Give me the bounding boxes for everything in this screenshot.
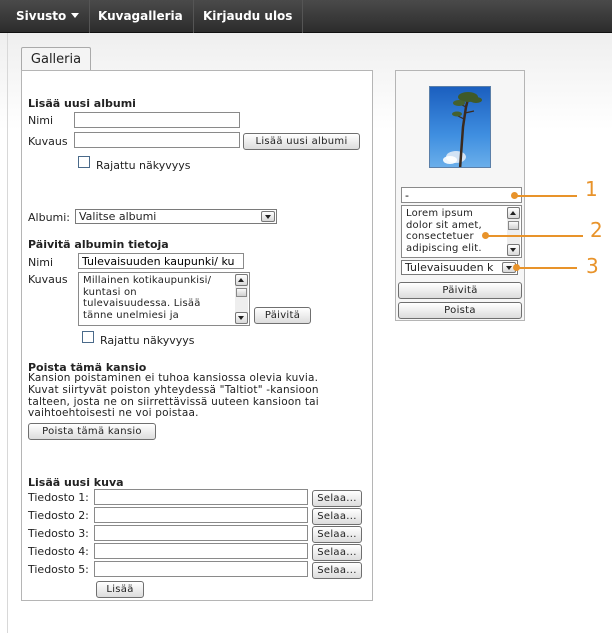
file-4-browse-button[interactable]: Selaa... <box>312 544 362 561</box>
scroll-up-icon[interactable] <box>235 274 248 286</box>
scroll-thumb[interactable] <box>236 288 247 297</box>
update-album-button[interactable]: Päivitä <box>254 307 311 324</box>
file-1-input[interactable] <box>94 489 308 505</box>
update-album-restricted-label: Rajattu näkyvyys <box>100 334 195 347</box>
new-album-desc-label: Kuvaus <box>28 135 68 148</box>
update-album-desc-textarea[interactable]: Millainen kotikaupunkisi/ kuntasi on tul… <box>78 272 250 326</box>
text-line: Kuvat siirtyvät poiston yhteydessä "Talt… <box>28 383 319 396</box>
update-album-heading: Päivitä albumin tietoja <box>28 238 169 251</box>
new-album-heading: Lisää uusi albumi <box>28 97 136 110</box>
nav-sivusto-label: Sivusto <box>16 9 67 23</box>
image-title-input[interactable] <box>401 187 522 203</box>
file-1-browse-button[interactable]: Selaa... <box>312 490 362 507</box>
desc-line: dolor sit amet, <box>406 219 482 231</box>
page-divider <box>7 33 8 633</box>
chevron-down-icon <box>261 211 275 222</box>
image-thumbnail[interactable] <box>429 86 491 168</box>
new-album-restricted-checkbox[interactable] <box>78 156 90 168</box>
nav-link-kuvagalleria[interactable]: Kuvagalleria <box>88 0 194 33</box>
image-desc-textarea[interactable]: Lorem ipsum dolor sit amet, consectetuer… <box>401 205 522 258</box>
desc-line: kuntasi on <box>83 286 137 298</box>
text-line: vaihtoehtoisesti ne voi poistaa. <box>28 407 199 420</box>
scroll-down-icon[interactable] <box>507 244 520 256</box>
album-select[interactable]: Valitse albumi <box>75 209 277 224</box>
scroll-thumb[interactable] <box>508 221 519 230</box>
new-album-name-input[interactable] <box>74 112 240 128</box>
callout-line <box>517 267 577 269</box>
image-delete-button[interactable]: Poista <box>398 302 522 319</box>
callout-line <box>486 235 583 237</box>
update-album-restricted-checkbox[interactable] <box>82 331 94 343</box>
delete-folder-button[interactable]: Poista tämä kansio <box>28 423 156 440</box>
delete-folder-text: Kansion poistaminen ei tuhoa kansiossa o… <box>28 372 368 420</box>
update-album-desc-label: Kuvaus <box>28 273 68 286</box>
file-3-label: Tiedosto 3: <box>28 527 89 540</box>
scroll-down-icon[interactable] <box>235 312 248 324</box>
album-select-label: Albumi: <box>28 211 71 224</box>
tab-galleria[interactable]: Galleria <box>21 47 91 71</box>
file-1-label: Tiedosto 1: <box>28 491 89 504</box>
file-4-label: Tiedosto 4: <box>28 545 89 558</box>
tree-photo-icon <box>443 92 482 167</box>
desc-line: Millainen kotikaupunkisi/ <box>83 275 212 286</box>
top-navigation-bar: Sivusto Kuvagalleria Kirjaudu ulos <box>0 0 612 33</box>
file-5-input[interactable] <box>94 561 308 577</box>
album-select-value: Valitse albumi <box>79 210 157 223</box>
add-new-album-button[interactable]: Lisää uusi albumi <box>243 133 360 150</box>
file-2-browse-button[interactable]: Selaa... <box>312 508 362 525</box>
desc-line: tulevaisuudessa. Lisää <box>83 298 201 309</box>
image-update-button[interactable]: Päivitä <box>398 282 522 299</box>
update-album-name-label: Nimi <box>28 256 54 269</box>
file-3-input[interactable] <box>94 525 308 541</box>
desc-line: Lorem ipsum <box>406 208 474 219</box>
image-album-select[interactable]: Tulevaisuuden k <box>401 260 518 275</box>
callout-line <box>515 195 577 197</box>
file-2-input[interactable] <box>94 507 308 523</box>
callout-number-1: 1 <box>585 177 598 201</box>
new-album-desc-input[interactable] <box>74 132 240 148</box>
nav-link-kirjaudu-ulos[interactable]: Kirjaudu ulos <box>193 0 304 33</box>
file-5-browse-button[interactable]: Selaa... <box>312 562 362 579</box>
textarea-scrollbar[interactable] <box>235 274 248 324</box>
new-album-name-label: Nimi <box>28 114 54 127</box>
textarea-scrollbar[interactable] <box>507 207 520 256</box>
add-image-button[interactable]: Lisää <box>96 581 144 598</box>
callout-number-2: 2 <box>590 218 603 242</box>
chevron-down-icon <box>71 13 80 18</box>
file-5-label: Tiedosto 5: <box>28 563 89 576</box>
file-3-browse-button[interactable]: Selaa... <box>312 526 362 543</box>
image-album-select-value: Tulevaisuuden k <box>405 261 494 274</box>
desc-line: tänne unelmiesi ja <box>83 309 180 321</box>
file-2-label: Tiedosto 2: <box>28 509 89 522</box>
new-image-heading: Lisää uusi kuva <box>28 476 124 489</box>
new-album-restricted-label: Rajattu näkyvyys <box>96 159 191 172</box>
nav-menu-sivusto[interactable]: Sivusto <box>6 0 91 33</box>
scroll-up-icon[interactable] <box>507 207 520 219</box>
update-album-name-input[interactable] <box>78 253 244 269</box>
desc-line: adipiscing elit. <box>406 242 482 254</box>
file-4-input[interactable] <box>94 543 308 559</box>
callout-number-3: 3 <box>586 254 599 278</box>
